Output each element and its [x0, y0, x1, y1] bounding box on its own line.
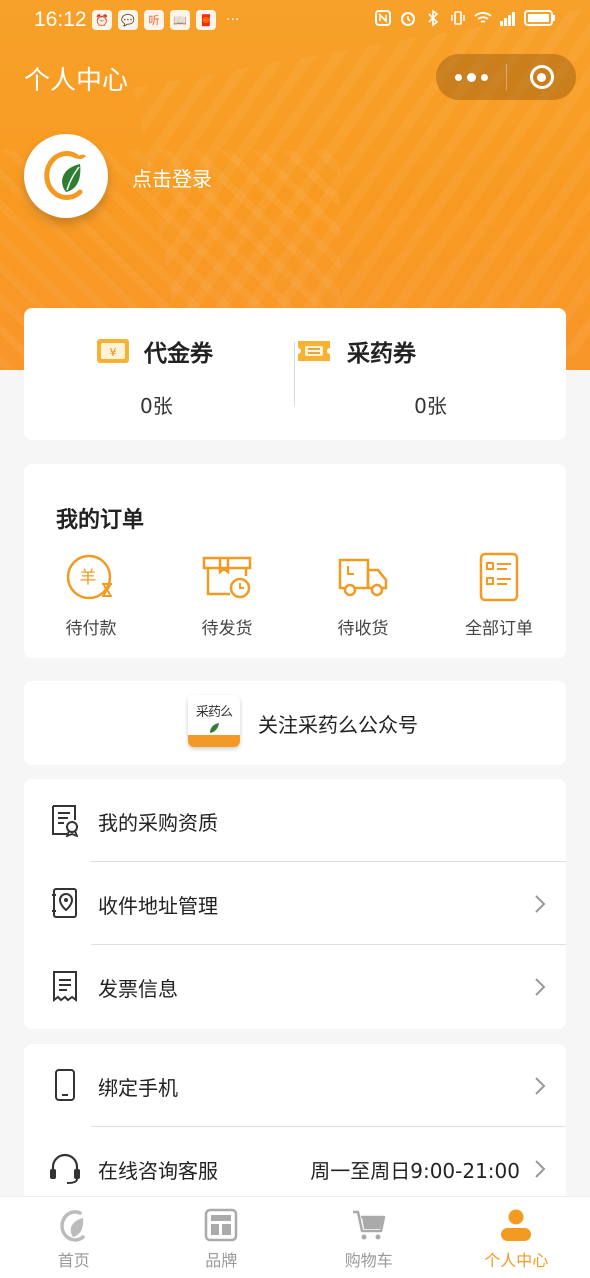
order-pending-shipment[interactable]: 待发货 — [172, 550, 282, 639]
chevron-right-icon — [535, 978, 546, 996]
cart-icon — [352, 1210, 385, 1240]
bluetooth-icon — [428, 9, 439, 27]
menu-group-service: 绑定手机 在线咨询客服 周一至周日9:00-21:00 — [24, 1044, 566, 1204]
bottom-tab-bar: 首页 品牌 购物车 个人中心 — [0, 1196, 590, 1278]
all-orders-label: 全部订单 — [465, 619, 533, 639]
bind-phone-label: 绑定手机 — [98, 1076, 178, 1100]
herb-coupon-entry[interactable]: 采药券 0张 — [295, 308, 566, 440]
menu-item-bind-phone[interactable]: 绑定手机 — [24, 1044, 566, 1127]
page-title: 个人中心 — [24, 66, 129, 96]
chat-app-icon: 💬 — [118, 10, 138, 30]
address-label: 收件地址管理 — [98, 894, 218, 918]
tab-profile-label: 个人中心 — [484, 1251, 549, 1270]
ticket-icon — [298, 341, 330, 361]
headset-icon — [50, 1153, 80, 1184]
nfc-icon — [375, 10, 391, 26]
close-miniprogram-button[interactable] — [507, 54, 576, 100]
brand-logo-icon — [44, 151, 86, 200]
menu-item-invoice[interactable]: 发票信息 — [24, 945, 566, 1028]
delivery-truck-icon — [338, 558, 388, 597]
order-all[interactable]: 全部订单 — [444, 550, 554, 639]
book-app-icon: 📖 — [170, 10, 190, 30]
qualification-label: 我的采购资质 — [98, 811, 218, 835]
avatar[interactable] — [24, 134, 108, 218]
more-menu-button[interactable] — [436, 54, 506, 100]
redpacket-app-icon: 🧧 — [196, 10, 216, 30]
menu-item-qualification[interactable]: 我的采购资质 — [24, 779, 566, 862]
brand-icon — [205, 1208, 238, 1242]
order-pending-receipt[interactable]: 待收货 — [308, 550, 418, 639]
tab-cart[interactable]: 购物车 — [295, 1197, 443, 1278]
status-system-icons — [374, 9, 556, 27]
status-more-icon: ··· — [226, 12, 240, 28]
menu-item-address[interactable]: 收件地址管理 — [24, 862, 566, 945]
miniprogram-capsule — [436, 54, 576, 100]
certificate-icon — [52, 805, 79, 837]
signal-icon — [500, 12, 515, 26]
all-orders-icon — [479, 552, 519, 602]
svg-text:¥: ¥ — [110, 346, 117, 359]
address-book-icon — [52, 888, 77, 918]
status-bar: 16:12 ⏰ 💬 听 📖 🧧 ··· — [0, 0, 590, 42]
follow-text: 关注采药么公众号 — [258, 713, 418, 737]
vibrate-icon — [451, 11, 465, 25]
voucher-label: 代金券 — [144, 341, 213, 367]
follow-official-account[interactable]: 采药么 关注采药么公众号 — [24, 681, 566, 765]
chevron-right-icon — [535, 895, 546, 913]
voucher-entry[interactable]: ¥ 代金券 0张 — [24, 308, 295, 440]
coupon-card: ¥ 代金券 0张 采药券 0张 — [24, 308, 566, 440]
battery-icon — [524, 10, 555, 26]
pending-shipment-icon — [202, 556, 252, 599]
status-notification-icons: ⏰ 💬 听 📖 🧧 ··· — [92, 10, 239, 30]
invoice-icon — [53, 971, 77, 1002]
order-pending-payment[interactable]: 羊 待付款 — [36, 550, 146, 639]
listen-app-icon: 听 — [144, 10, 164, 30]
alarm-app-icon: ⏰ — [92, 10, 112, 30]
wifi-icon — [474, 12, 492, 23]
leaf-icon — [210, 723, 219, 733]
login-link[interactable]: 点击登录 — [132, 163, 212, 192]
status-time: 16:12 — [34, 8, 87, 31]
chevron-right-icon — [535, 1160, 546, 1178]
profile-icon — [501, 1209, 532, 1241]
phone-icon — [55, 1069, 75, 1101]
service-hours: 周一至周日9:00-21:00 — [310, 1159, 520, 1183]
tab-brand[interactable]: 品牌 — [148, 1197, 296, 1278]
pending-payment-label: 待付款 — [65, 619, 117, 639]
customer-service-label: 在线咨询客服 — [98, 1159, 218, 1183]
tab-cart-label: 购物车 — [344, 1251, 393, 1270]
herb-coupon-label: 采药券 — [347, 341, 416, 367]
menu-group-account: 我的采购资质 收件地址管理 发票信息 — [24, 779, 566, 1029]
tab-profile[interactable]: 个人中心 — [443, 1197, 590, 1278]
caiyaome-logo-icon: 采药么 — [188, 695, 240, 747]
pending-payment-icon: 羊 — [66, 554, 112, 600]
voucher-icon: ¥ — [97, 339, 129, 363]
tab-home-label: 首页 — [57, 1251, 90, 1270]
chevron-right-icon — [535, 1077, 546, 1095]
home-icon — [60, 1210, 85, 1242]
pending-shipment-label: 待发货 — [201, 619, 253, 639]
logo-text: 采药么 — [195, 705, 233, 720]
pending-receipt-label: 待收货 — [337, 619, 389, 639]
tab-home[interactable]: 首页 — [0, 1197, 148, 1278]
svg-text:羊: 羊 — [80, 568, 97, 588]
my-orders-card: 我的订单 羊 待付款 待发货 待收货 全部订单 — [24, 464, 566, 658]
tab-brand-label: 品牌 — [205, 1251, 238, 1270]
orders-title: 我的订单 — [56, 508, 145, 533]
invoice-label: 发票信息 — [98, 977, 178, 1001]
herb-coupon-count: 0张 — [414, 394, 447, 418]
alarm-clock-icon — [401, 12, 415, 26]
